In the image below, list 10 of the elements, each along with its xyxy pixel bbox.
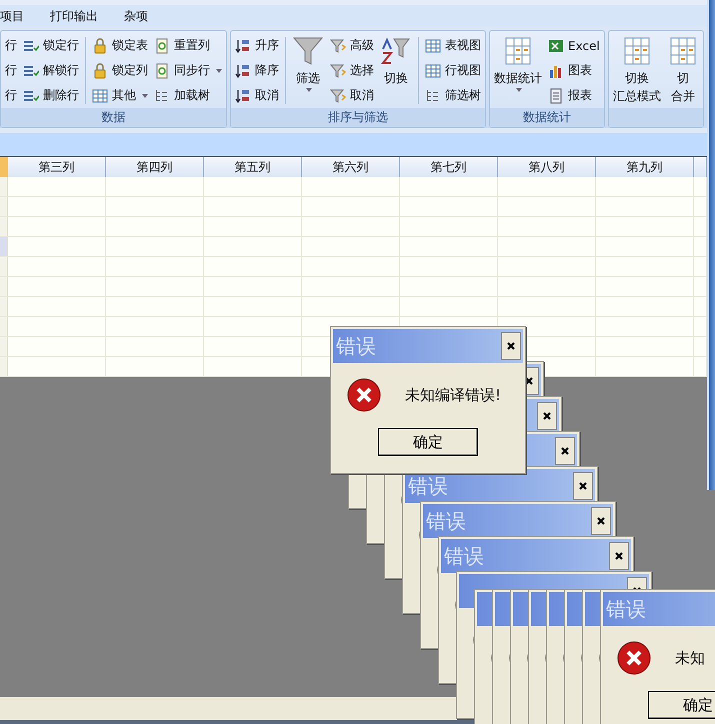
- group-label: 排序与筛选: [328, 109, 388, 126]
- group-label: 数据: [102, 109, 126, 126]
- group-label: 数据统计: [522, 109, 571, 126]
- dialog-title: 错误: [606, 596, 646, 622]
- error-message: 未知编译错误!: [405, 386, 502, 404]
- dialog-title: 错误: [408, 472, 448, 500]
- error-message: 未知: [675, 648, 705, 668]
- dialog-title: 错误: [426, 508, 466, 534]
- dialog-title: 错误: [444, 542, 484, 570]
- dialog-title: 错误: [336, 332, 376, 360]
